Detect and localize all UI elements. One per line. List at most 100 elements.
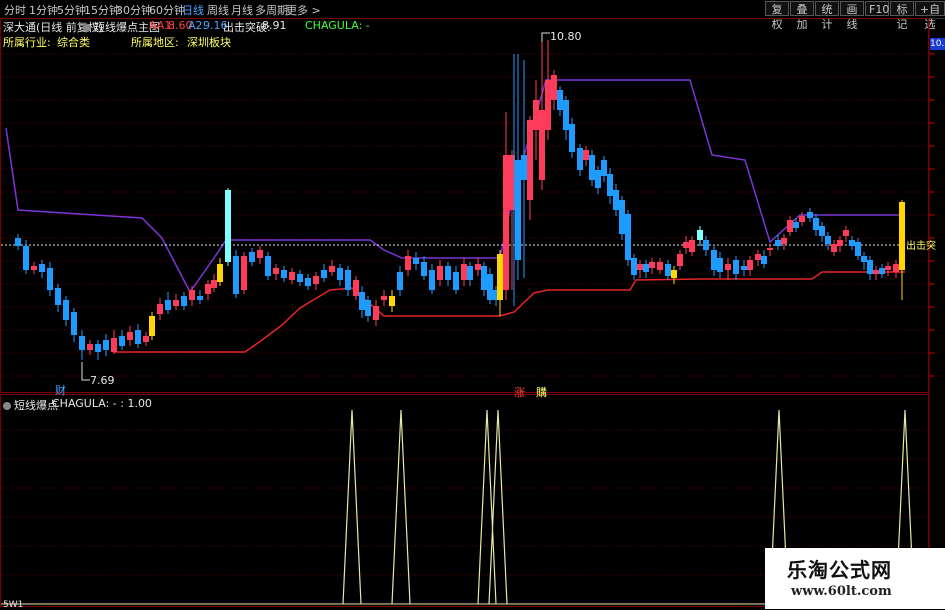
candle-body <box>365 300 371 316</box>
candle-body <box>437 266 443 280</box>
candle-body <box>625 214 631 260</box>
candle-body <box>257 250 263 258</box>
low-price-label: 7.69 <box>90 374 115 387</box>
candle-body <box>467 266 473 280</box>
candle-body <box>421 262 427 276</box>
candle-body <box>345 270 351 290</box>
candle-body <box>127 332 133 340</box>
candle-body <box>741 266 747 270</box>
signal-right-label: 出击突 <box>906 241 936 252</box>
candle-body <box>281 270 287 278</box>
candle-body <box>861 256 867 262</box>
candle-body <box>217 264 223 282</box>
sub-indicator-title: 短线爆点 <box>3 397 58 413</box>
candle-body <box>273 268 279 274</box>
candle-body <box>649 262 655 268</box>
watermark-box: 乐淘公式网 www.60lt.com <box>765 548 945 609</box>
candle-body <box>725 264 731 270</box>
candle-body <box>767 248 773 250</box>
candle-body <box>453 272 459 290</box>
candle-body <box>843 230 849 236</box>
candle-body <box>657 262 663 270</box>
candle-body <box>545 80 551 130</box>
candle-body <box>119 336 125 346</box>
candle-body <box>55 288 61 305</box>
candle-body <box>305 278 311 286</box>
candle-body <box>405 256 411 270</box>
candle-body <box>589 155 595 180</box>
candle-body <box>515 160 521 260</box>
candle-body <box>787 220 793 232</box>
candle-body <box>445 266 451 280</box>
candle-body <box>831 244 837 252</box>
candle-body <box>359 292 365 310</box>
candle-body <box>31 266 37 270</box>
region-value: 深圳板块 <box>187 36 231 49</box>
candle-body <box>249 252 255 262</box>
candle-body <box>697 230 703 240</box>
candle-body <box>103 340 109 350</box>
candle-body <box>337 268 343 280</box>
candle-body <box>165 300 171 310</box>
candle-body <box>321 270 327 278</box>
candle-body <box>389 296 395 306</box>
candle-body <box>149 316 155 336</box>
candle-body <box>23 246 29 270</box>
candle-body <box>481 266 487 290</box>
sub-indicator-value: CHAGULA: - : 1.00 <box>52 397 152 410</box>
candle-body <box>381 296 387 300</box>
candle-body <box>173 300 179 306</box>
candle-body <box>197 296 203 300</box>
candle-body <box>15 238 21 246</box>
candle-body <box>95 344 101 352</box>
candle-body <box>665 264 671 276</box>
candle-body <box>703 240 709 250</box>
candle-body <box>733 260 739 274</box>
candle-body <box>413 258 419 264</box>
candle-body <box>569 124 575 152</box>
candle-body <box>775 240 781 246</box>
candle-body <box>781 238 787 244</box>
candle-body <box>527 120 533 200</box>
low-marker-line <box>81 362 90 381</box>
event-marker-gou: 購 <box>536 386 547 399</box>
event-marker-cai: 财 <box>55 384 66 397</box>
candle-body <box>807 212 813 218</box>
industry-label: 所属行业: <box>3 36 51 49</box>
region-label: 所属地区: <box>131 36 179 49</box>
candle-body <box>677 254 683 266</box>
candle-body <box>879 268 885 274</box>
candle-body <box>211 280 217 288</box>
candle-body <box>233 256 239 294</box>
candle-body <box>755 254 761 260</box>
candle-body <box>503 155 509 290</box>
candle-body <box>689 240 695 252</box>
candle-body <box>313 276 319 284</box>
candle-body <box>461 264 467 280</box>
candle-body <box>39 264 45 272</box>
candle-body <box>487 274 493 300</box>
candle-body <box>873 270 879 274</box>
candle-body <box>329 266 335 272</box>
candle-body <box>813 218 819 230</box>
settings-circle-icon[interactable] <box>3 402 11 410</box>
candle-body <box>557 90 563 110</box>
candle-body <box>601 160 607 176</box>
settings-circle-icon[interactable] <box>83 24 91 32</box>
kline-chart <box>0 18 935 607</box>
candle-body <box>47 268 53 290</box>
candle-body <box>397 272 403 290</box>
candle-body <box>563 100 569 130</box>
chagula-label: CHAGULA: - <box>305 19 370 32</box>
candle-body <box>87 344 93 350</box>
candle-body <box>683 242 689 248</box>
candle-body <box>71 312 77 335</box>
candle-body <box>373 306 379 320</box>
candle-body <box>265 256 271 276</box>
candle-body <box>885 266 891 270</box>
candle-body <box>711 250 717 270</box>
candle-body <box>111 338 117 352</box>
candle-body <box>475 264 481 270</box>
candle-body <box>849 240 855 246</box>
candle-body <box>205 284 211 294</box>
